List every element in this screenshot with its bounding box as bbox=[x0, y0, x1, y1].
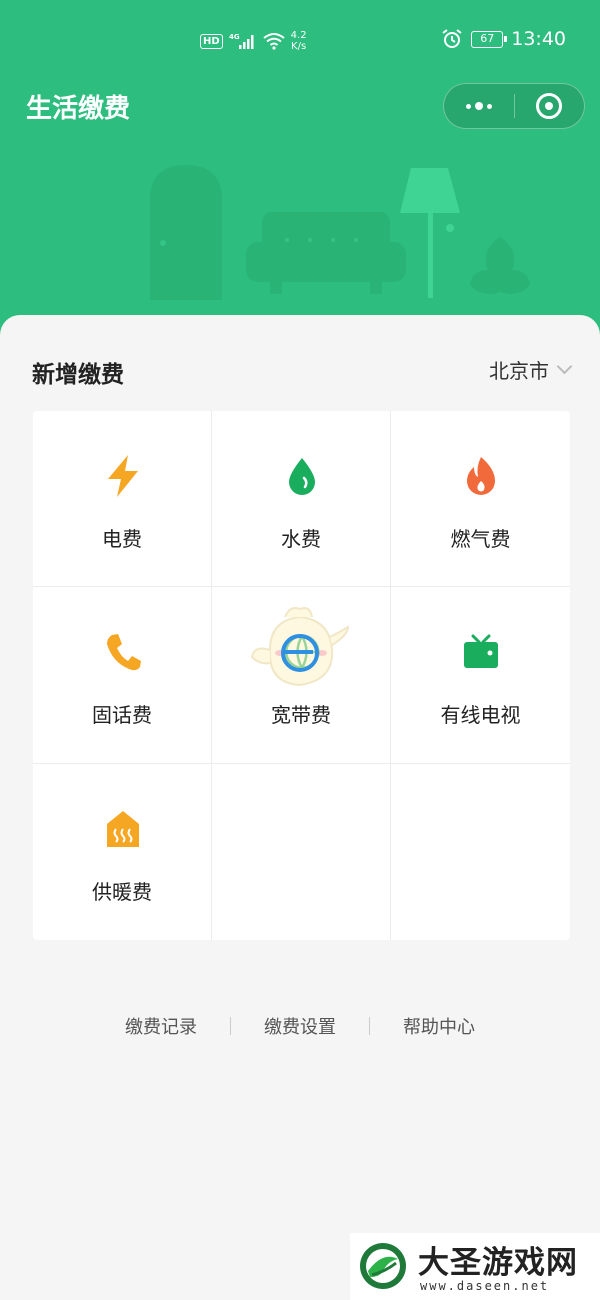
payment-records-link[interactable]: 缴费记录 bbox=[125, 1013, 197, 1039]
service-label: 宽带费 bbox=[271, 703, 331, 727]
status-bar: HD 4G 4.2 K/s 67 13:40 bbox=[0, 28, 600, 62]
help-center-link[interactable]: 帮助中心 bbox=[403, 1013, 475, 1039]
hd-badge: HD bbox=[200, 33, 223, 49]
flame-icon bbox=[461, 453, 501, 499]
service-label: 燃气费 bbox=[450, 527, 511, 551]
service-label: 固话费 bbox=[92, 703, 152, 727]
tv-icon bbox=[461, 629, 501, 675]
page-title: 生活缴费 bbox=[26, 94, 131, 124]
battery-icon: 67 bbox=[471, 30, 508, 48]
service-label: 电费 bbox=[102, 527, 142, 551]
empty-cell bbox=[391, 764, 570, 940]
network-speed: 4.2 K/s bbox=[291, 30, 307, 52]
watermark-badge: 大圣游戏网 www.daseen.net bbox=[350, 1233, 600, 1300]
footer-divider bbox=[230, 1017, 231, 1035]
service-electricity[interactable]: 电费 bbox=[33, 411, 212, 587]
close-target-icon bbox=[536, 93, 563, 119]
close-button[interactable] bbox=[515, 84, 585, 128]
status-right: 67 13:40 bbox=[441, 28, 566, 50]
service-label: 有线电视 bbox=[440, 703, 521, 727]
mascot-overlay-icon bbox=[250, 607, 350, 687]
service-landline[interactable]: 固话费 bbox=[33, 587, 212, 764]
service-water[interactable]: 水费 bbox=[212, 411, 391, 587]
phone-icon bbox=[103, 629, 143, 675]
content-panel: 新增缴费 北京市 电费 水费 燃气费 固话费 宽带费 有线电视 供暖费 缴费记录… bbox=[0, 315, 600, 1300]
more-icon bbox=[465, 102, 492, 110]
footer-links: 缴费记录 缴费设置 帮助中心 bbox=[0, 1013, 600, 1039]
watermark-title: 大圣游戏网 bbox=[418, 1245, 578, 1281]
chevron-down-icon bbox=[556, 358, 573, 375]
speed-unit: K/s bbox=[291, 41, 307, 52]
miniprogram-capsule bbox=[443, 83, 585, 129]
alarm-icon bbox=[442, 29, 462, 48]
signal-icon: 4G bbox=[229, 33, 254, 49]
header-hero: HD 4G 4.2 K/s 67 13:40 生活缴费 bbox=[0, 0, 600, 345]
more-button[interactable] bbox=[444, 84, 514, 128]
status-left: HD 4G 4.2 K/s bbox=[200, 30, 307, 52]
clock: 13:40 bbox=[511, 28, 566, 50]
lightning-icon bbox=[103, 453, 143, 499]
service-label: 供暖费 bbox=[92, 880, 152, 904]
section-title: 新增缴费 bbox=[32, 362, 124, 388]
city-label: 北京市 bbox=[489, 359, 549, 383]
footer-divider bbox=[369, 1017, 370, 1035]
speed-value: 4.2 bbox=[290, 30, 307, 41]
payment-settings-link[interactable]: 缴费设置 bbox=[264, 1013, 336, 1039]
empty-cell bbox=[212, 764, 391, 940]
service-gas[interactable]: 燃气费 bbox=[391, 411, 570, 587]
service-heating[interactable]: 供暖费 bbox=[33, 764, 212, 940]
service-label: 水费 bbox=[281, 527, 321, 551]
network-type: 4G bbox=[229, 33, 240, 41]
city-selector[interactable]: 北京市 bbox=[489, 355, 573, 384]
wifi-icon bbox=[263, 33, 285, 50]
watermark-logo-icon bbox=[360, 1243, 406, 1289]
service-cable-tv[interactable]: 有线电视 bbox=[391, 587, 570, 764]
heating-icon bbox=[103, 806, 143, 852]
watermark-url: www.daseen.net bbox=[420, 1279, 550, 1293]
water-drop-icon bbox=[282, 453, 322, 499]
